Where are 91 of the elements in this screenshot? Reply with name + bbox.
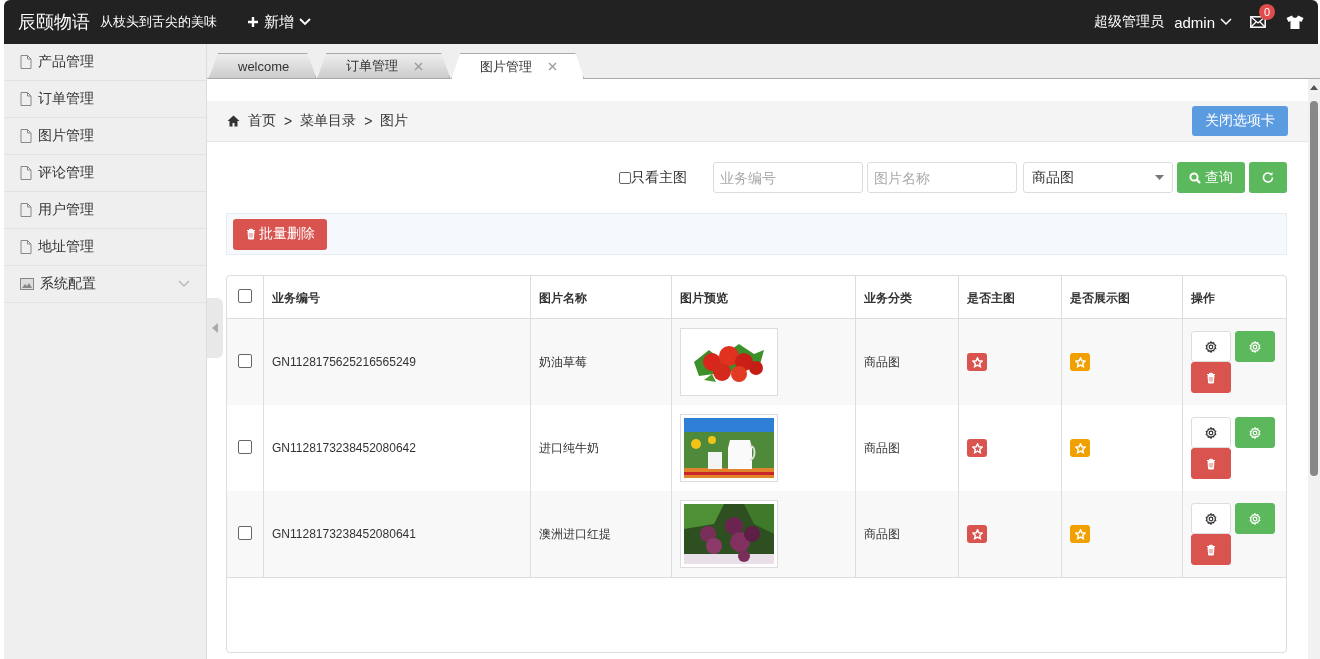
table-cell: 商品图	[855, 491, 959, 578]
delete-button[interactable]	[1191, 448, 1231, 479]
chevron-down-icon	[178, 280, 190, 288]
message-count-badge: 0	[1259, 4, 1275, 20]
column-header: 业务编号	[263, 276, 531, 319]
file-icon	[20, 240, 32, 254]
column-header: 是否主图	[958, 276, 1062, 319]
tab[interactable]: welcome	[209, 53, 317, 78]
file-icon	[20, 203, 32, 217]
sidebar-item[interactable]: 产品管理	[4, 44, 206, 81]
gear-icon	[1249, 426, 1261, 439]
gear-icon	[1205, 512, 1217, 525]
checkbox[interactable]	[238, 353, 252, 368]
star-icon	[971, 442, 983, 454]
trash-icon	[245, 228, 257, 240]
star-icon	[1074, 356, 1086, 368]
delete-button[interactable]	[1191, 362, 1231, 393]
star-icon	[1074, 442, 1086, 454]
column-header: 操作	[1182, 276, 1286, 319]
breadcrumb-separator: >	[364, 113, 373, 129]
caret-icon	[1155, 175, 1164, 180]
trash-icon	[1205, 543, 1217, 556]
sidebar-item[interactable]: 评论管理	[4, 155, 206, 192]
file-icon	[20, 55, 32, 69]
close-icon[interactable]	[414, 61, 424, 71]
caret-icon	[1220, 18, 1232, 26]
batch-delete-button[interactable]: 批量删除	[233, 218, 327, 250]
image-icon	[20, 278, 34, 290]
new-menu[interactable]: 新增	[247, 12, 311, 32]
star-icon	[971, 356, 983, 368]
brand-name[interactable]: 辰颐物语	[18, 10, 90, 34]
name-field[interactable]: 图片名称	[867, 162, 1017, 193]
breadcrumb-link[interactable]: 首页	[248, 112, 276, 130]
star-badge[interactable]	[967, 439, 987, 457]
scroll-up-icon[interactable]	[1310, 85, 1318, 90]
column-header: 业务分类	[855, 276, 959, 319]
sidebar-item[interactable]: 用户管理	[4, 192, 206, 229]
refresh-button[interactable]	[1249, 162, 1287, 193]
category-select[interactable]: 商品图	[1023, 162, 1173, 193]
table-cell: 澳洲进口红提	[530, 491, 672, 578]
gear-icon	[1249, 340, 1261, 353]
trash-icon	[1205, 457, 1217, 470]
sidebar-item[interactable]: 地址管理	[4, 229, 206, 266]
collapse-arrow-icon	[212, 323, 218, 333]
star-badge[interactable]	[1070, 353, 1090, 371]
star-badge[interactable]	[967, 353, 987, 371]
star-icon	[1074, 528, 1086, 540]
table-cell: 商品图	[855, 318, 959, 405]
user-role: 超级管理员	[1094, 13, 1165, 31]
caret-icon	[299, 18, 311, 26]
t-shirt-icon[interactable]	[1286, 15, 1304, 29]
file-icon	[20, 92, 32, 106]
slogan: 从枝头到舌尖的美味	[100, 13, 217, 31]
star-badge[interactable]	[967, 525, 987, 543]
collapse-handle[interactable]	[207, 298, 223, 358]
tab[interactable]: 图片管理	[451, 53, 585, 79]
column-header: 图片预览	[671, 276, 856, 319]
checkbox[interactable]	[238, 439, 252, 454]
sidebar-item[interactable]: 系统配置	[4, 266, 206, 303]
main-only-checkbox[interactable]: 只看主图	[619, 168, 687, 187]
file-icon	[20, 166, 32, 180]
table-cell: 奶油草莓	[530, 318, 672, 405]
checkbox[interactable]	[238, 525, 252, 540]
gear-icon	[1205, 426, 1217, 439]
breadcrumb-link[interactable]: 菜单目录	[300, 112, 357, 130]
plus-icon	[247, 16, 259, 28]
trash-icon	[1205, 371, 1217, 384]
table-cell: GN1128173238452080641	[263, 491, 531, 578]
search-icon	[1189, 171, 1201, 184]
sidebar-item[interactable]: 订单管理	[4, 81, 206, 118]
tab[interactable]: 订单管理	[317, 53, 451, 78]
gear-icon	[1205, 340, 1217, 353]
gear-icon	[1249, 512, 1261, 525]
breadcrumb-separator: >	[284, 113, 293, 129]
table-cell: GN1128175625216565249	[263, 318, 531, 405]
user-menu[interactable]: admin	[1174, 13, 1232, 31]
checkbox[interactable]	[238, 288, 252, 303]
delete-button[interactable]	[1191, 534, 1231, 565]
home-icon	[227, 115, 240, 127]
star-badge[interactable]	[1070, 525, 1090, 543]
close-icon[interactable]	[548, 62, 558, 71]
sidebar-item[interactable]: 图片管理	[4, 118, 206, 155]
star-icon	[971, 528, 983, 540]
column-header: 图片名称	[530, 276, 672, 319]
file-icon	[20, 129, 32, 143]
code-field[interactable]: 业务编号	[713, 162, 863, 193]
refresh-icon	[1261, 171, 1275, 184]
column-header: 是否展示图	[1061, 276, 1183, 319]
scrollbar[interactable]	[1308, 79, 1320, 659]
envelope-icon[interactable]	[1250, 16, 1266, 28]
star-badge[interactable]	[1070, 439, 1090, 457]
